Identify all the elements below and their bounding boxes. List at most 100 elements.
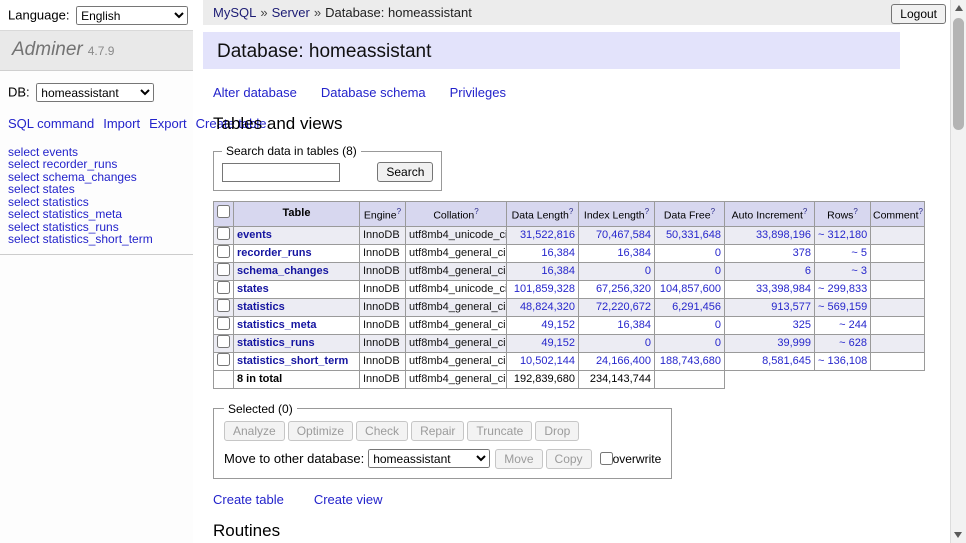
data-length-link[interactable]: 48,824,320 [520,301,575,313]
col-header-data-free: Data Free [664,210,711,222]
overwrite-checkbox[interactable] [600,452,613,465]
help-icon[interactable]: ? [569,207,573,216]
table-name-link[interactable]: recorder_runs [237,247,312,259]
data-free-link[interactable]: 50,331,648 [666,229,721,241]
analyze-button[interactable]: Analyze [224,421,285,441]
scrollbar-thumb[interactable] [953,18,964,130]
sidebar-link-export[interactable]: Export [149,116,187,131]
language-select[interactable]: English [76,6,188,25]
row-checkbox[interactable] [217,299,230,312]
table-name-link[interactable]: states [237,283,269,295]
optimize-button[interactable]: Optimize [288,421,353,441]
table-name-link[interactable]: statistics [237,301,285,313]
search-input[interactable] [222,163,340,182]
rows-count-link[interactable]: ~ 299,833 [818,283,867,295]
privileges-link[interactable]: Privileges [450,85,506,100]
create-table-link[interactable]: Create table [213,492,284,507]
scroll-up-icon[interactable] [955,5,963,11]
data-free-link[interactable]: 188,743,680 [660,355,721,367]
vertical-scrollbar[interactable] [950,0,966,543]
data-free-link[interactable]: 0 [715,319,721,331]
rows-count-link[interactable]: ~ 244 [839,319,867,331]
scroll-down-icon[interactable] [954,532,962,538]
index-length-link[interactable]: 0 [645,265,651,277]
data-free-link[interactable]: 0 [715,265,721,277]
rows-count-link[interactable]: ~ 569,159 [818,301,867,313]
data-free-link[interactable]: 6,291,456 [672,301,721,313]
index-length-link[interactable]: 67,256,320 [596,283,651,295]
help-icon[interactable]: ? [803,207,807,216]
table-name-link[interactable]: statistics_short_term [237,355,348,367]
auto-increment-link[interactable]: 8,581,645 [762,355,811,367]
database-schema-link[interactable]: Database schema [321,85,426,100]
data-length-link[interactable]: 16,384 [541,247,575,259]
row-checkbox[interactable] [217,281,230,294]
auto-increment-link[interactable]: 913,577 [771,301,811,313]
row-checkbox[interactable] [217,353,230,366]
table-name-link[interactable]: events [237,229,272,241]
index-length-link[interactable]: 16,384 [617,247,651,259]
table-name-link[interactable]: schema_changes [237,265,329,277]
data-free-link[interactable]: 104,857,600 [660,283,721,295]
rows-count-link[interactable]: ~ 312,180 [818,229,867,241]
table-name-link[interactable]: statistics_meta [237,319,317,331]
row-checkbox[interactable] [217,335,230,348]
help-icon[interactable]: ? [474,207,478,216]
db-select[interactable]: homeassistant [36,83,154,102]
row-checkbox[interactable] [217,245,230,258]
row-checkbox[interactable] [217,317,230,330]
sidebar-link-import[interactable]: Import [103,116,140,131]
sidebar-item-select-statistics-meta[interactable]: select statistics_meta [8,208,185,221]
help-icon[interactable]: ? [645,207,649,216]
rows-count-link[interactable]: ~ 3 [851,265,867,277]
check-button[interactable]: Check [356,421,408,441]
move-db-select[interactable]: homeassistant [368,449,490,468]
index-length-link[interactable]: 0 [645,337,651,349]
index-length-link[interactable]: 16,384 [617,319,651,331]
auto-increment-link[interactable]: 325 [793,319,811,331]
breadcrumb-mysql-link[interactable]: MySQL [213,5,256,20]
logout-button[interactable]: Logout [891,4,946,24]
help-icon[interactable]: ? [853,207,857,216]
help-icon[interactable]: ? [711,207,715,216]
index-length-link[interactable]: 70,467,584 [596,229,651,241]
data-length-link[interactable]: 101,859,328 [514,283,575,295]
copy-button[interactable]: Copy [546,449,592,469]
auto-increment-link[interactable]: 33,898,196 [756,229,811,241]
data-length-link[interactable]: 49,152 [541,319,575,331]
search-button[interactable]: Search [377,162,433,182]
index-length-link[interactable]: 24,166,400 [596,355,651,367]
repair-button[interactable]: Repair [411,421,464,441]
auto-increment-link[interactable]: 39,999 [777,337,811,349]
sidebar-item-select-recorder-runs[interactable]: select recorder_runs [8,158,185,171]
data-length-link[interactable]: 31,522,816 [520,229,575,241]
move-button[interactable]: Move [495,449,542,469]
select-all-checkbox[interactable] [217,205,230,218]
sidebar-item-select-statistics-short-term[interactable]: select statistics_short_term [8,233,185,246]
truncate-button[interactable]: Truncate [467,421,532,441]
rows-count-link[interactable]: ~ 136,108 [818,355,867,367]
data-free-link[interactable]: 0 [715,247,721,259]
breadcrumb-server-link[interactable]: Server [272,5,310,20]
index-length-link[interactable]: 72,220,672 [596,301,651,313]
adminer-logo-link[interactable]: Adminer [12,39,83,60]
auto-increment-link[interactable]: 33,398,984 [756,283,811,295]
help-icon[interactable]: ? [397,207,401,216]
sidebar-link-sql-command[interactable]: SQL command [8,116,94,131]
sidebar-item-select-states[interactable]: select states [8,183,185,196]
auto-increment-link[interactable]: 378 [793,247,811,259]
data-length-link[interactable]: 49,152 [541,337,575,349]
drop-button[interactable]: Drop [535,421,579,441]
help-icon[interactable]: ? [919,207,923,216]
row-checkbox[interactable] [217,227,230,240]
row-checkbox[interactable] [217,263,230,276]
data-length-link[interactable]: 10,502,144 [520,355,575,367]
auto-increment-link[interactable]: 6 [805,265,811,277]
alter-database-link[interactable]: Alter database [213,85,297,100]
create-view-link[interactable]: Create view [314,492,383,507]
table-name-link[interactable]: statistics_runs [237,337,315,349]
rows-count-link[interactable]: ~ 5 [851,247,867,259]
data-free-link[interactable]: 0 [715,337,721,349]
data-length-link[interactable]: 16,384 [541,265,575,277]
rows-count-link[interactable]: ~ 628 [839,337,867,349]
